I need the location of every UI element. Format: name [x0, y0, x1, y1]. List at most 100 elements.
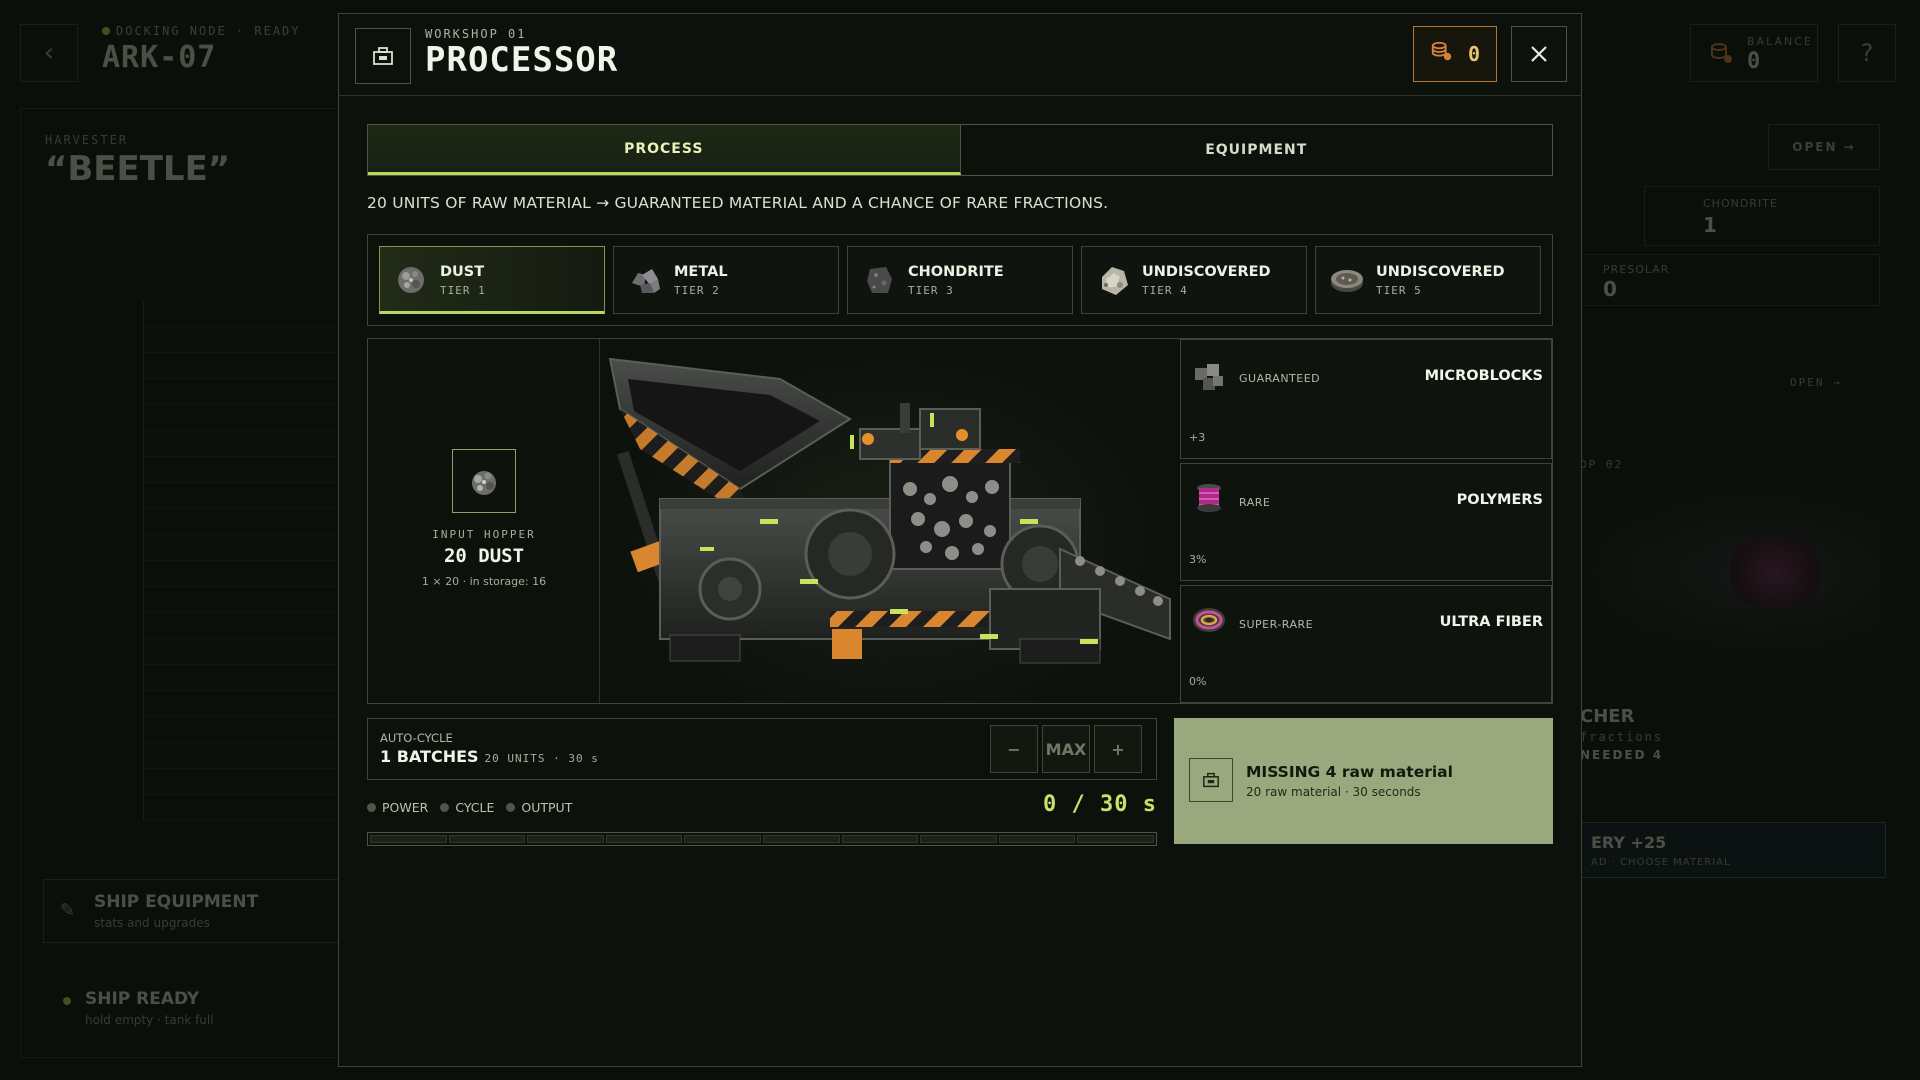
coins-icon [1430, 40, 1454, 68]
process-description: 20 UNITS OF RAW MATERIAL → GUARANTEED MA… [367, 194, 1109, 212]
auto-cycle-panel: AUTO-CYCLE 1 BATCHES 20 UNITS · 30 s − MA… [367, 718, 1157, 780]
microblocks-icon [1195, 364, 1223, 390]
dust-rock-icon [398, 267, 424, 293]
progress-segment [370, 835, 447, 843]
progress-segment [1077, 835, 1154, 843]
output-name: ULTRA FIBER [1439, 614, 1543, 630]
output-chance: 3% [1189, 553, 1207, 566]
undiscovered-disc-icon [1331, 270, 1363, 292]
chondrite-label: CHONDRITE [1703, 197, 1778, 210]
presolar-stock: PRESOLAR 0 [1580, 254, 1880, 306]
metal-rock-icon [632, 269, 660, 293]
cycle-progress-bar [367, 832, 1157, 846]
delivery-sub: AD · CHOOSE MATERIAL [1591, 857, 1731, 868]
dust-pile-icon [472, 471, 496, 495]
polymers-spool-icon [1197, 484, 1221, 512]
presolar-value: 0 [1603, 277, 1617, 301]
output-type: GUARANTEED [1239, 372, 1321, 385]
tab-equipment[interactable]: EQUIPMENT [961, 125, 1553, 175]
wrench-icon: ✎ [60, 900, 76, 921]
undiscovered-rock-icon [1102, 267, 1128, 295]
cycle-dot-icon [440, 803, 450, 812]
missing-title: MISSING 4 raw material [1246, 763, 1453, 781]
material-metal[interactable]: METAL TIER 2 [613, 246, 839, 314]
modal-balance: 0 [1413, 26, 1497, 82]
ship-equipment-button[interactable]: ✎ SHIP EQUIPMENT stats and upgrades [43, 879, 343, 943]
decrement-button[interactable]: − [990, 725, 1038, 773]
input-hopper: INPUT HOPPER 20 DUST 1 × 20 · in storage… [368, 339, 600, 703]
progress-segment [998, 835, 1076, 843]
missing-sub: 20 raw material · 30 seconds [1246, 785, 1421, 799]
ship-ready-title: SHIP READY [85, 989, 200, 1009]
hopper-value: 20 DUST [443, 545, 525, 567]
close-icon [1531, 46, 1547, 62]
ship-ready-sub: hold empty · tank full [85, 1013, 214, 1027]
close-button[interactable] [1511, 26, 1567, 82]
progress-segment [448, 835, 526, 843]
harvester-label: HARVESTER [45, 133, 129, 147]
chondrite-rock-icon [867, 267, 892, 293]
material-name: DUST [440, 264, 485, 280]
output-type: SUPER-RARE [1239, 618, 1314, 631]
progress-segment [841, 835, 919, 843]
tab-process[interactable]: PROCESS [368, 125, 961, 175]
ship-equipment-sub: stats and upgrades [94, 916, 210, 930]
balance-box[interactable]: BALANCE 0 [1690, 24, 1818, 82]
hopper-label: INPUT HOPPER [432, 528, 536, 541]
process-workspace: INPUT HOPPER 20 DUST 1 × 20 · in storage… [367, 338, 1553, 704]
progress-segment [684, 835, 761, 843]
coins-icon [1709, 41, 1735, 67]
modal-tabs: PROCESS EQUIPMENT [367, 124, 1553, 176]
max-button[interactable]: MAX [1042, 725, 1090, 773]
workshop2-title: CHER [1580, 706, 1635, 727]
chevron-left-icon: ‹ [43, 38, 55, 68]
ultra-fiber-coil-icon [1193, 608, 1225, 632]
start-process-button[interactable]: MISSING 4 raw material 20 raw material ·… [1174, 718, 1553, 844]
chondrite-stock: CHONDRITE 1 [1644, 186, 1880, 246]
progress-segment [527, 835, 604, 843]
material-name: CHONDRITE [908, 264, 1004, 280]
coil-shape [1730, 538, 1820, 608]
modal-header: WORKSHOP 01 PROCESSOR 0 [339, 14, 1581, 96]
output-list: GUARANTEED MICROBLOCKS +3 RARE POLYMERS … [1180, 339, 1552, 703]
material-chondrite[interactable]: CHONDRITE TIER 3 [847, 246, 1073, 314]
open-button[interactable]: OPEN → [1768, 124, 1880, 170]
modal-title: PROCESSOR [425, 40, 619, 80]
hopper-sub: 1 × 20 · in storage: 16 [421, 575, 547, 588]
progress-segment [762, 835, 840, 843]
presolar-label: PRESOLAR [1603, 263, 1670, 276]
output-super-rare: SUPER-RARE ULTRA FIBER 0% [1180, 585, 1552, 703]
balance-value: 0 [1747, 49, 1761, 74]
auto-cycle-value: 1 BATCHES 20 UNITS · 30 s [380, 747, 599, 766]
help-button[interactable]: ? [1838, 24, 1896, 82]
node-status: DOCKING NODE · READY [102, 24, 301, 38]
ready-dot-icon [63, 997, 71, 1005]
hopper-slot[interactable] [452, 449, 516, 513]
material-selector: DUST TIER 1 METAL TIER 2 CHONDRITE TIER … [367, 234, 1553, 326]
delivery-title: ERY +25 [1591, 833, 1667, 852]
progress-segment [605, 835, 683, 843]
material-name: UNDISCOVERED [1376, 264, 1505, 280]
right-panel: OPEN → CHONDRITE 1 PRESOLAR 0 OPEN → OP … [1560, 108, 1900, 1058]
workshop2-sub: fractions [1580, 730, 1664, 744]
workshop2-label: OP 02 [1580, 458, 1624, 471]
output-guaranteed: GUARANTEED MICROBLOCKS +3 [1180, 339, 1552, 459]
back-button[interactable]: ‹ [20, 24, 78, 82]
processor-machine-image [600, 339, 1180, 703]
ship-name: ARK-07 [102, 40, 217, 75]
ship-equipment-title: SHIP EQUIPMENT [94, 892, 259, 912]
open-link[interactable]: OPEN → [1790, 376, 1842, 389]
chondrite-value: 1 [1703, 213, 1717, 237]
increment-button[interactable]: + [1094, 725, 1142, 773]
output-type: RARE [1239, 496, 1271, 509]
cycle-timer: 0 / 30 s [1043, 792, 1157, 817]
output-rare: RARE POLYMERS 3% [1180, 463, 1552, 581]
status-cycle: CYCLE [440, 800, 494, 815]
material-tier: TIER 5 [1376, 284, 1422, 297]
material-dust[interactable]: DUST TIER 1 [379, 246, 605, 314]
material-undiscovered-tier4[interactable]: UNDISCOVERED TIER 4 [1081, 246, 1307, 314]
harvester-grid [143, 301, 343, 821]
workshop2-needed: NEEDED 4 [1580, 748, 1664, 762]
material-undiscovered-tier5[interactable]: UNDISCOVERED TIER 5 [1315, 246, 1541, 314]
delivery-button[interactable]: ERY +25 AD · CHOOSE MATERIAL [1580, 822, 1886, 878]
